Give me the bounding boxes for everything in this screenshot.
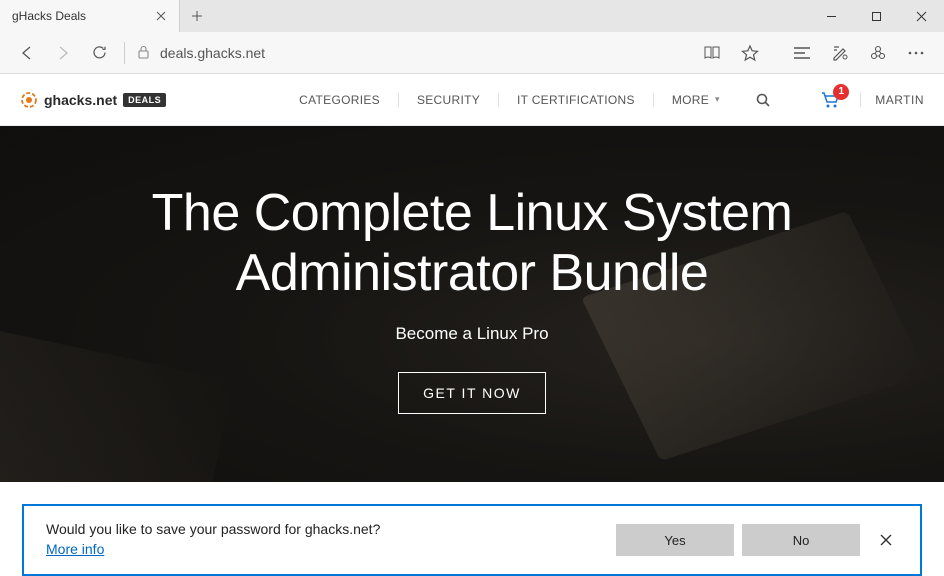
search-icon	[756, 93, 770, 107]
prompt-close-button[interactable]	[868, 522, 904, 558]
site-logo[interactable]: ghacks.net DEALS	[20, 91, 166, 109]
hero-subtitle: Become a Linux Pro	[395, 324, 548, 344]
browser-titlebar: gHacks Deals	[0, 0, 944, 32]
refresh-button[interactable]	[82, 36, 116, 70]
hero-cta-button[interactable]: GET IT NOW	[398, 372, 546, 414]
hero-title-line2: Administrator Bundle	[236, 244, 709, 302]
window-controls	[809, 0, 944, 32]
window-close-button[interactable]	[899, 0, 944, 32]
address-bar[interactable]: deals.ghacks.net	[158, 45, 692, 61]
share-button[interactable]	[860, 36, 896, 70]
nav-it-certifications[interactable]: IT CERTIFICATIONS	[499, 93, 653, 107]
more-button[interactable]	[898, 36, 934, 70]
prompt-more-info-link[interactable]: More info	[46, 541, 104, 557]
chevron-down-icon: ▾	[715, 94, 720, 105]
browser-toolbar: deals.ghacks.net	[0, 32, 944, 74]
site-navigation: ghacks.net DEALS CATEGORIES SECURITY IT …	[0, 74, 944, 126]
new-tab-button[interactable]	[180, 0, 214, 32]
tab-title: gHacks Deals	[12, 9, 153, 23]
titlebar-drag-region[interactable]	[214, 0, 809, 32]
favorites-button[interactable]	[732, 36, 768, 70]
reading-view-button[interactable]	[694, 36, 730, 70]
hero-banner: The Complete Linux System Administrator …	[0, 126, 944, 482]
back-button[interactable]	[10, 36, 44, 70]
minimize-button[interactable]	[809, 0, 854, 32]
prompt-text-group: Would you like to save your password for…	[46, 521, 608, 559]
notes-button[interactable]	[822, 36, 858, 70]
logo-icon	[20, 91, 38, 109]
nav-more-label: MORE	[672, 93, 709, 107]
logo-badge: DEALS	[123, 93, 166, 107]
prompt-no-button[interactable]: No	[742, 524, 860, 556]
close-icon	[880, 534, 892, 546]
nav-more[interactable]: MORE ▾	[654, 93, 738, 107]
cart-count-badge: 1	[833, 84, 849, 100]
nav-security[interactable]: SECURITY	[399, 93, 498, 107]
nav-search-button[interactable]	[738, 93, 788, 107]
prompt-message: Would you like to save your password for…	[46, 521, 608, 537]
hero-title: The Complete Linux System Administrator …	[152, 184, 793, 304]
hub-button[interactable]	[784, 36, 820, 70]
maximize-button[interactable]	[854, 0, 899, 32]
cart-button[interactable]: 1	[820, 91, 840, 109]
save-password-prompt: Would you like to save your password for…	[22, 504, 922, 576]
username[interactable]: MARTIN	[875, 93, 924, 107]
logo-text: ghacks.net	[44, 92, 117, 108]
nav-menu: CATEGORIES SECURITY IT CERTIFICATIONS MO…	[281, 93, 788, 107]
prompt-yes-button[interactable]: Yes	[616, 524, 734, 556]
tab-close-button[interactable]	[153, 8, 169, 24]
nav-categories[interactable]: CATEGORIES	[281, 93, 398, 107]
browser-tab[interactable]: gHacks Deals	[0, 0, 180, 32]
user-divider	[860, 93, 861, 107]
toolbar-separator	[124, 42, 125, 64]
lock-icon	[137, 45, 150, 60]
forward-button[interactable]	[46, 36, 80, 70]
hero-title-line1: The Complete Linux System	[152, 184, 793, 242]
